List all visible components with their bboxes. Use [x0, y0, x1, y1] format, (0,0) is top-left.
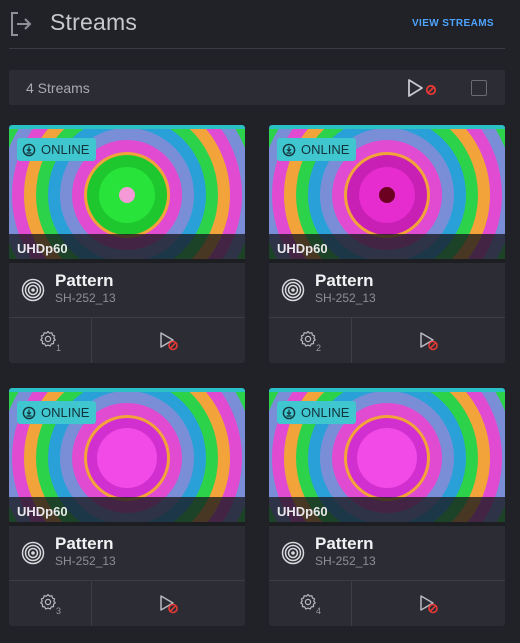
stream-thumbnail[interactable]: ONLINE UHDp60 [269, 392, 505, 526]
card-actions: 3 [9, 580, 245, 626]
settings-number: 2 [316, 343, 322, 353]
streams-toolbar: 4 Streams [9, 70, 505, 105]
settings-number: 1 [56, 343, 62, 353]
play-disabled-icon [160, 595, 178, 614]
play-all-disabled-icon[interactable] [407, 78, 439, 98]
stream-name: Pattern [315, 271, 374, 290]
online-check-icon [282, 143, 296, 156]
page-header: Streams VIEW STREAMS [0, 0, 520, 48]
settings-button[interactable]: 3 [9, 581, 91, 626]
signal-source-icon [281, 541, 305, 565]
resolution-label: UHDp60 [17, 504, 68, 519]
gear-icon [300, 593, 316, 610]
page-title: Streams [50, 9, 138, 35]
stream-id: SH-252_13 [315, 554, 376, 568]
stream-info: Pattern SH-252_13 [269, 259, 505, 317]
stream-name: Pattern [55, 534, 114, 553]
resolution-label: UHDp60 [17, 241, 68, 256]
online-check-icon [22, 406, 36, 419]
stream-card[interactable]: ONLINE UHDp60 Pattern SH-252_13 1 [9, 125, 245, 363]
stream-thumbnail[interactable]: ONLINE UHDp60 [269, 129, 505, 263]
settings-number: 3 [56, 606, 62, 616]
status-badge: ONLINE [17, 138, 97, 161]
play-button[interactable] [352, 318, 505, 363]
card-actions: 4 [269, 580, 505, 626]
online-check-icon [22, 143, 36, 156]
header-divider [9, 48, 505, 49]
stream-thumbnail[interactable]: ONLINE UHDp60 [9, 129, 245, 263]
resolution-label: UHDp60 [277, 504, 328, 519]
stream-card[interactable]: ONLINE UHDp60 Pattern SH-252_13 4 [269, 388, 505, 626]
status-label: ONLINE [41, 142, 90, 157]
gear-icon [300, 330, 316, 347]
gear-icon [40, 330, 56, 347]
signal-source-icon [281, 278, 305, 302]
signal-source-icon [21, 541, 45, 565]
stream-name: Pattern [315, 534, 374, 553]
online-check-icon [282, 406, 296, 419]
play-disabled-icon [420, 595, 438, 614]
stream-info: Pattern SH-252_13 [9, 522, 245, 580]
stream-id: SH-252_13 [55, 554, 116, 568]
play-disabled-icon [160, 332, 178, 351]
status-label: ONLINE [301, 405, 350, 420]
play-button[interactable] [92, 318, 245, 363]
play-disabled-icon [420, 332, 438, 351]
status-badge: ONLINE [277, 138, 357, 161]
settings-button[interactable]: 1 [9, 318, 91, 363]
stream-id: SH-252_13 [55, 291, 116, 305]
stream-thumbnail[interactable]: ONLINE UHDp60 [9, 392, 245, 526]
status-label: ONLINE [41, 405, 90, 420]
card-actions: 2 [269, 317, 505, 363]
exit-arrow-icon[interactable] [9, 11, 33, 37]
settings-number: 4 [316, 606, 322, 616]
signal-source-icon [21, 278, 45, 302]
card-actions: 1 [9, 317, 245, 363]
stream-info: Pattern SH-252_13 [9, 259, 245, 317]
stream-info: Pattern SH-252_13 [269, 522, 505, 580]
resolution-label: UHDp60 [277, 241, 328, 256]
settings-button[interactable]: 2 [269, 318, 351, 363]
status-badge: ONLINE [277, 401, 357, 424]
status-badge: ONLINE [17, 401, 97, 424]
stream-id: SH-252_13 [315, 291, 376, 305]
stream-name: Pattern [55, 271, 114, 290]
stream-count: 4 Streams [26, 80, 90, 96]
play-button[interactable] [92, 581, 245, 626]
select-all-checkbox[interactable] [471, 80, 487, 96]
status-label: ONLINE [301, 142, 350, 157]
stream-card[interactable]: ONLINE UHDp60 Pattern SH-252_13 3 [9, 388, 245, 626]
settings-button[interactable]: 4 [269, 581, 351, 626]
gear-icon [40, 593, 56, 610]
play-button[interactable] [352, 581, 505, 626]
view-streams-link[interactable]: VIEW STREAMS [412, 18, 494, 29]
stream-card[interactable]: ONLINE UHDp60 Pattern SH-252_13 2 [269, 125, 505, 363]
